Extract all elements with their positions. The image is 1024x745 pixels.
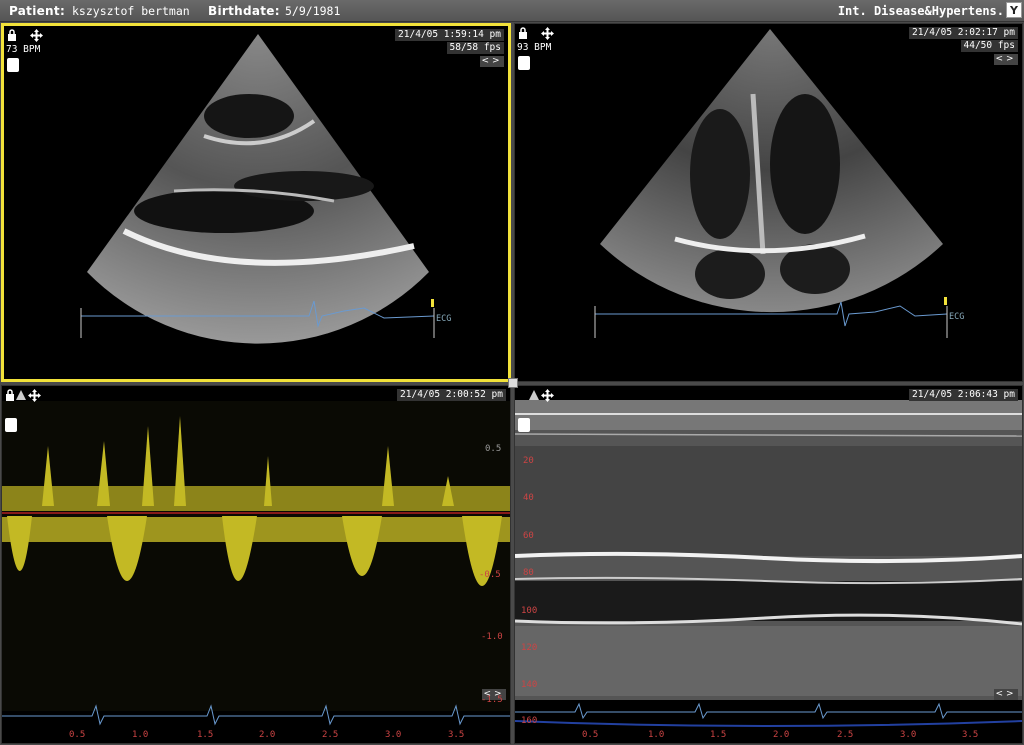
timestamp: 21/4/05 2:00:52 pm xyxy=(397,389,506,401)
frame-rate: 44/50 fps xyxy=(960,40,1018,52)
time-axis-label: 1.0 xyxy=(132,730,149,740)
patient-label: Patient: xyxy=(9,4,66,18)
ecg-label: ECG xyxy=(949,312,965,322)
depth-scale-label: 100 xyxy=(521,606,538,616)
depth-scale-label: 80 xyxy=(523,568,534,578)
frame-nav-arrows[interactable]: <> xyxy=(480,56,504,67)
probe-icon xyxy=(518,418,530,432)
time-axis-label: 3.0 xyxy=(900,730,917,740)
doppler-spectrum xyxy=(2,401,510,726)
depth-scale-label: 60 xyxy=(523,531,534,541)
patient-header: Patient: kszysztof bertman Birthdate: 5/… xyxy=(0,0,1024,22)
frame-rate: 58/58 fps xyxy=(446,42,504,54)
frame-nav-arrows[interactable]: <> xyxy=(994,689,1018,700)
depth-scale-label: 140 xyxy=(521,680,538,690)
depth-scale-label: 40 xyxy=(523,493,534,503)
patient-name: kszysztof bertman xyxy=(72,4,190,18)
probe-icon xyxy=(7,58,19,72)
move-icon[interactable] xyxy=(28,389,41,402)
m-mode-image xyxy=(515,400,1022,727)
echo-image-1 xyxy=(80,34,435,344)
time-axis-label: 3.5 xyxy=(448,730,465,740)
timestamp: 21/4/05 1:59:14 pm xyxy=(395,29,504,41)
timestamp: 21/4/05 2:06:43 pm xyxy=(909,389,1018,401)
time-axis-label: 2.0 xyxy=(259,730,276,740)
velocity-scale-label: -1.0 xyxy=(481,632,503,642)
move-icon[interactable] xyxy=(541,389,554,402)
lock-icon[interactable] xyxy=(7,29,17,41)
department-name: Int. Disease&Hypertens. xyxy=(837,4,1004,18)
probe-icon xyxy=(5,418,17,432)
timestamp: 21/4/05 2:02:17 pm xyxy=(909,27,1018,39)
time-axis-label: 3.0 xyxy=(385,730,402,740)
echo-view-1[interactable]: 73 BPM 21/4/05 1:59:14 pm 58/58 fps <> E… xyxy=(1,23,511,382)
doppler-mode-icon[interactable] xyxy=(16,390,26,400)
velocity-scale-label: 0.5 xyxy=(485,444,502,454)
time-axis-label: 0.5 xyxy=(69,730,86,740)
echo-view-2[interactable]: 93 BPM 21/4/05 2:02:17 pm 44/50 fps <> E… xyxy=(514,23,1023,382)
heart-rate: 73 BPM xyxy=(6,44,41,55)
velocity-scale-label: -1.5 xyxy=(481,695,503,705)
panel-splitter-handle[interactable] xyxy=(508,378,518,388)
time-axis-label: 2.5 xyxy=(322,730,339,740)
time-axis-label: 1.5 xyxy=(197,730,214,740)
time-axis-label: 0.5 xyxy=(582,730,599,740)
doppler-view[interactable]: 21/4/05 2:00:52 pm <> 0.5 -0.5 -1.0 -1.5… xyxy=(1,385,511,744)
mode-icon[interactable] xyxy=(529,390,539,400)
ecg-trace-4 xyxy=(515,702,1022,720)
probe-icon xyxy=(518,56,530,70)
app-menu-button[interactable]: Y xyxy=(1006,2,1022,18)
depth-scale-label: 160 xyxy=(521,716,538,726)
move-icon[interactable] xyxy=(541,27,554,40)
heart-rate: 93 BPM xyxy=(517,42,552,53)
lock-icon[interactable] xyxy=(5,389,15,401)
velocity-scale-label: -0.5 xyxy=(479,570,501,580)
birthdate-label: Birthdate: xyxy=(208,4,280,18)
m-mode-view[interactable]: 21/4/05 2:06:43 pm <> 20 40 60 80 100 12… xyxy=(514,385,1023,744)
time-axis-label: 2.0 xyxy=(773,730,790,740)
frame-nav-arrows[interactable]: <> xyxy=(994,54,1018,65)
time-axis-label: 2.5 xyxy=(837,730,854,740)
move-icon[interactable] xyxy=(30,29,43,42)
depth-scale-label: 120 xyxy=(521,643,538,653)
echo-image-2 xyxy=(594,29,948,338)
birthdate-value: 5/9/1981 xyxy=(285,4,341,18)
time-axis-label: 1.0 xyxy=(648,730,665,740)
time-axis-label: 3.5 xyxy=(962,730,979,740)
ecg-label: ECG xyxy=(436,314,452,324)
time-axis-label: 1.5 xyxy=(710,730,727,740)
lock-icon[interactable] xyxy=(518,27,528,39)
depth-scale-label: 20 xyxy=(523,456,534,466)
